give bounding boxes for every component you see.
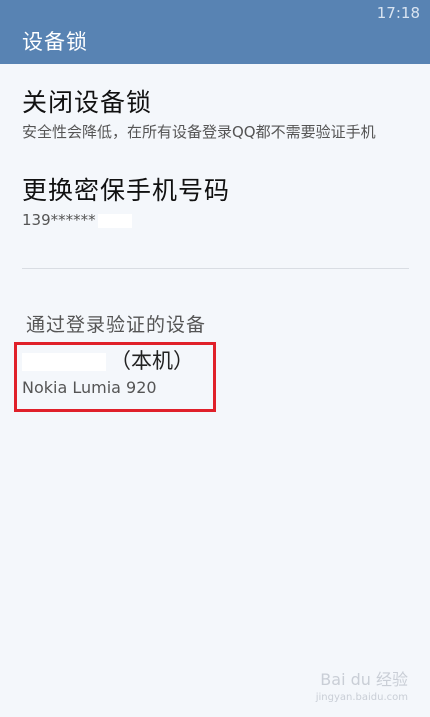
close-device-lock-title: 关闭设备锁 (22, 88, 153, 117)
watermark-text: Bai du 经验 (320, 670, 408, 689)
baidu-watermark: Bai du 经验 jingyan.baidu.com (316, 666, 408, 703)
device-name-row: （本机） (22, 348, 212, 374)
close-device-lock-item[interactable]: 关闭设备锁 安全性会降低，在所有设备登录QQ都不需要验证手机 (22, 88, 412, 141)
device-model: Nokia Lumia 920 (22, 378, 157, 397)
settings-content: 关闭设备锁 安全性会降低，在所有设备登录QQ都不需要验证手机 更换密保手机号码 … (0, 64, 430, 717)
close-device-lock-subtitle: 安全性会降低，在所有设备登录QQ都不需要验证手机 (22, 123, 376, 141)
device-current-label: （本机） (110, 349, 194, 373)
phone-number: 139****** (22, 211, 96, 229)
change-phone-item[interactable]: 更换密保手机号码 139****** (22, 176, 412, 229)
change-phone-title: 更换密保手机号码 (22, 176, 231, 205)
watermark-url: jingyan.baidu.com (315, 692, 408, 703)
phone-number-mask (97, 213, 132, 228)
device-name-mask (22, 353, 106, 371)
phone-number-row: 139****** (22, 211, 412, 229)
verified-devices-section-title: 通过登录验证的设备 (26, 314, 207, 336)
divider (22, 268, 409, 269)
app-header: 17:18 设备锁 (0, 0, 430, 64)
status-time: 17:18 (376, 4, 420, 22)
page-title: 设备锁 (22, 30, 88, 54)
device-list-item[interactable]: （本机） Nokia Lumia 920 (22, 348, 212, 398)
